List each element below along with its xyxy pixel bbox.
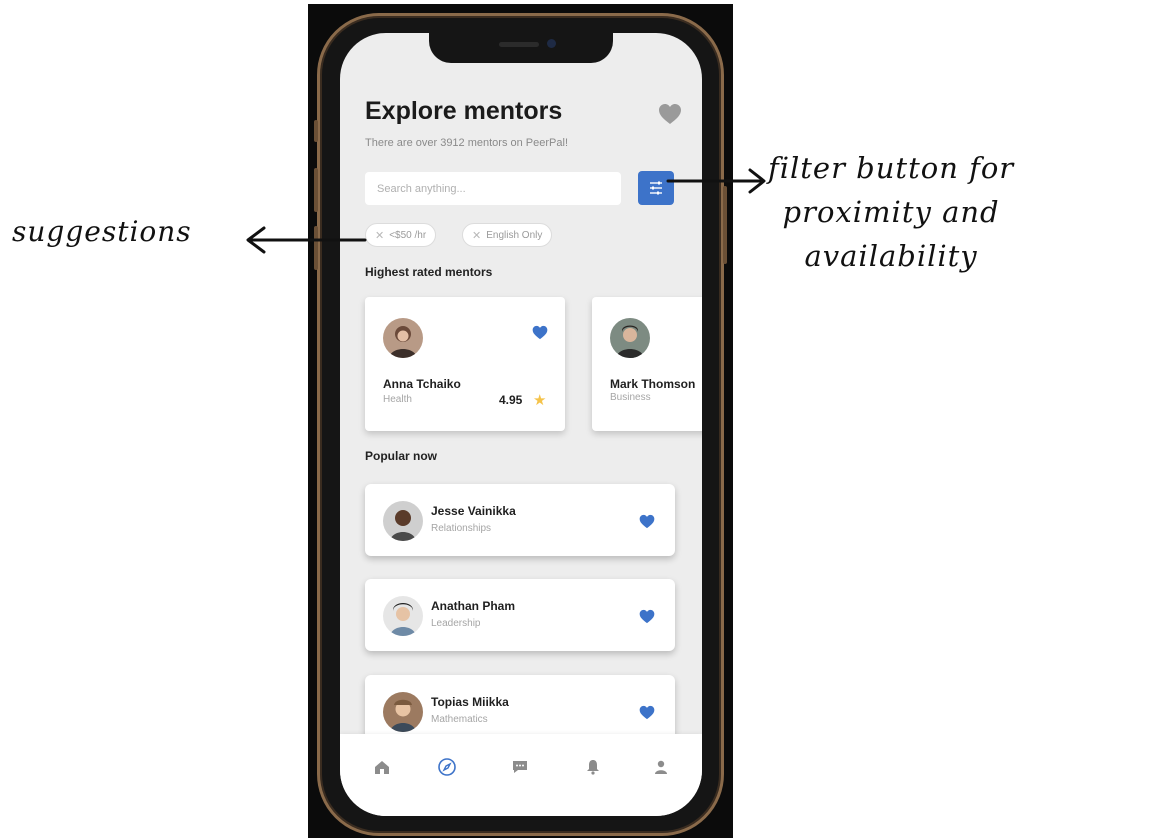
annotation-suggestions: suggestions: [12, 215, 192, 248]
mentor-list-item[interactable]: Anathan Pham Leadership: [365, 579, 675, 651]
front-camera: [547, 39, 556, 48]
favorites-heart-icon[interactable]: [658, 103, 682, 125]
mentor-category: Leadership: [431, 618, 481, 629]
profile-icon: [655, 760, 667, 774]
compass-icon: [438, 758, 456, 776]
tab-explore[interactable]: [432, 752, 462, 782]
close-icon[interactable]: ✕: [375, 229, 384, 242]
mentor-name: Topias Miikka: [431, 695, 509, 709]
chat-icon: [513, 761, 527, 773]
mentor-card[interactable]: Anna Tchaiko Health 4.95 ★: [365, 297, 565, 431]
mentor-card[interactable]: Mark Thomson Business: [592, 297, 702, 431]
avatar: [383, 501, 423, 541]
mentor-category: Business: [610, 392, 651, 403]
arrow-to-suggestions: [246, 226, 367, 254]
avatar: [383, 318, 423, 358]
mentor-rating: 4.95: [499, 393, 523, 407]
suggestion-chip-language[interactable]: ✕ English Only: [462, 223, 553, 247]
mentor-category: Relationships: [431, 523, 492, 534]
heart-icon[interactable]: [639, 514, 655, 529]
mentor-name: Jesse Vainikka: [431, 504, 516, 518]
bottom-tab-bar: [340, 734, 702, 816]
heart-icon[interactable]: [532, 325, 548, 340]
chip-label: <$50 /hr: [389, 229, 427, 241]
notch: [429, 33, 613, 63]
annotation-line: availability: [804, 239, 978, 273]
mentor-list-item[interactable]: Jesse Vainikka Relationships: [365, 484, 675, 556]
page-subtitle: There are over 3912 mentors on PeerPal!: [365, 137, 569, 149]
mentor-category: Mathematics: [431, 714, 488, 725]
suggestion-chip-price[interactable]: ✕ <$50 /hr: [365, 223, 437, 247]
tab-notifications[interactable]: [578, 752, 608, 782]
heart-icon[interactable]: [639, 705, 655, 720]
annotation-line: filter button for: [768, 151, 1015, 185]
arrow-to-filter-button: [666, 168, 766, 194]
tab-home[interactable]: [367, 752, 397, 782]
star-icon: ★: [533, 392, 547, 409]
mentor-name: Anathan Pham: [431, 599, 516, 613]
search-input[interactable]: [365, 172, 621, 205]
phone-volume-up: [314, 168, 318, 212]
phone-side-button: [314, 120, 318, 142]
avatar: [383, 596, 423, 636]
close-icon[interactable]: ✕: [472, 229, 481, 242]
mentor-name: Anna Tchaiko: [383, 377, 461, 391]
tab-profile[interactable]: [646, 752, 676, 782]
avatar: [383, 692, 423, 732]
chip-label: English Only: [486, 229, 543, 241]
tab-messages[interactable]: [505, 752, 535, 782]
annotation-filter-button: filter button for proximity and availabi…: [768, 146, 1014, 278]
avatar: [610, 318, 650, 358]
mentor-category: Health: [383, 394, 412, 405]
speaker-grille: [499, 42, 539, 47]
phone-screen: Explore mentors There are over 3912 ment…: [340, 33, 702, 816]
heart-icon[interactable]: [639, 609, 655, 624]
annotation-line: proximity and: [782, 195, 1000, 229]
section-title-highest-rated: Highest rated mentors: [365, 265, 493, 279]
bell-icon: [587, 760, 599, 775]
mentor-name: Mark Thomson: [610, 377, 696, 391]
page-title: Explore mentors: [365, 97, 563, 125]
section-title-popular: Popular now: [365, 449, 437, 463]
home-icon: [375, 761, 389, 774]
